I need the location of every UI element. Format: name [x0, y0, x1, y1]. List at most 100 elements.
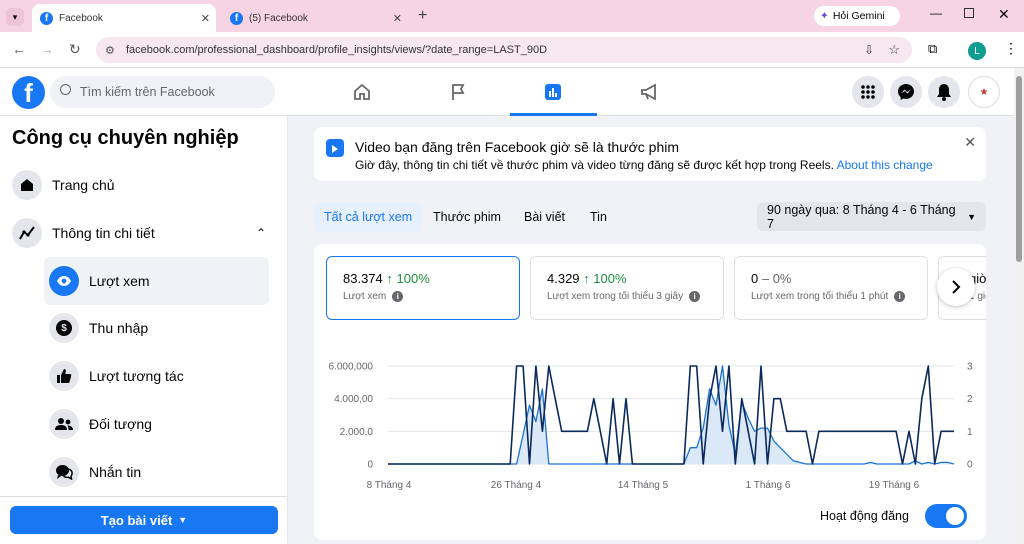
sidebar-subitem-label: Đối tượng [89, 416, 152, 432]
dollar-icon: $ [49, 313, 79, 343]
sidebar-subitem-messages[interactable]: Nhắn tin [44, 449, 269, 495]
sidebar-item-label: Trang chủ [52, 177, 115, 193]
y-left-tick-label: 2.000,0 [340, 427, 374, 438]
create-post-button[interactable]: Tạo bài viết ▼ [10, 506, 278, 534]
banner-title: Video bạn đăng trên Facebook giờ sẽ là t… [355, 139, 680, 155]
tab-title: (5) Facebook [249, 12, 308, 24]
metric-delta: ↑ 100% [386, 271, 430, 286]
toggle-knob [945, 507, 964, 525]
gemini-button[interactable]: ✦ Hỏi Gemini [814, 6, 900, 26]
site-info-icon[interactable]: ⚙ [105, 44, 115, 57]
bell-icon [937, 84, 951, 101]
y-left-tick-label: 6.000,000 [329, 362, 374, 373]
menu-grid-button[interactable] [852, 76, 884, 108]
tab-posts[interactable]: Bài viết [514, 202, 575, 232]
y-right-tick-label: 3 [967, 362, 973, 373]
series-area [388, 366, 954, 464]
metric-card-views[interactable]: 83.374 ↑ 100% Lượt xem i [326, 256, 520, 320]
next-metrics-button[interactable] [937, 268, 975, 306]
y-left-tick-label: 0 [367, 460, 373, 471]
tab-stories[interactable]: Tin [580, 202, 617, 232]
nav-active-indicator [510, 113, 597, 116]
banner-link[interactable]: About this change [837, 158, 933, 172]
sidebar: Công cụ chuyên nghiệp Trang chủ Thông ti… [0, 116, 288, 544]
address-bar: ← → ↻ ⚙ facebook.com/professional_dashbo… [0, 32, 1024, 68]
sidebar-subitem-audience[interactable]: Đối tượng [44, 401, 269, 447]
install-icon[interactable]: ⇩ [864, 43, 874, 57]
new-tab-icon[interactable]: + [418, 7, 427, 25]
bookmark-star-icon[interactable]: ☆ [888, 42, 900, 58]
search-placeholder: Tìm kiếm trên Facebook [80, 85, 215, 99]
y-right-tick-label: 2 [967, 394, 973, 405]
eye-icon [49, 266, 79, 296]
sidebar-divider [0, 496, 288, 497]
facebook-logo[interactable]: f [12, 76, 45, 109]
x-tick-label: 19 Tháng 6 [869, 480, 920, 491]
back-icon[interactable]: ← [12, 41, 26, 57]
sidebar-subitem-engagement[interactable]: Lượt tương tác [44, 353, 269, 399]
browser-tab-facebook-notifications[interactable]: f (5) Facebook ✕ [222, 4, 408, 32]
insights-icon [12, 218, 42, 248]
reels-banner: Video bạn đăng trên Facebook giờ sẽ là t… [314, 127, 986, 181]
messenger-button[interactable] [890, 76, 922, 108]
y-left-tick-label: 4.000,00 [334, 394, 373, 405]
nav-home-icon[interactable] [347, 78, 377, 106]
metric-value-row: 83.374 ↑ 100% [343, 271, 519, 286]
facebook-favicon-icon: f [230, 11, 243, 25]
metric-value-row: 4.329 ↑ 100% [547, 271, 723, 286]
browser-tab-facebook[interactable]: f Facebook ✕ [32, 4, 216, 32]
metric-card-3s-views[interactable]: 4.329 ↑ 100% Lượt xem trong tối thiểu 3 … [530, 256, 724, 320]
close-banner-icon[interactable]: ✕ [964, 134, 976, 151]
tab-search-icon[interactable]: ▾ [6, 8, 24, 26]
page-scrollbar[interactable] [1014, 68, 1024, 544]
info-icon[interactable]: i [689, 291, 701, 302]
metric-card-1min-views[interactable]: 0 – 0% Lượt xem trong tối thiểu 1 phút i [734, 256, 928, 320]
scrollbar-thumb[interactable] [1016, 76, 1022, 262]
sidebar-item-insights[interactable]: Thông tin chi tiết ⌃ [12, 210, 272, 256]
extensions-icon[interactable]: ⧉ [928, 41, 937, 57]
x-tick-label: 26 Tháng 4 [491, 480, 542, 491]
sidebar-subitem-views[interactable]: Lượt xem [44, 257, 269, 305]
profile-avatar[interactable]: L [968, 42, 986, 60]
home-icon [12, 170, 42, 200]
chevron-up-icon[interactable]: ⌃ [256, 226, 266, 240]
info-icon[interactable]: i [894, 291, 906, 302]
metric-value: 83.374 [343, 271, 383, 286]
metric-value: 4.329 [547, 271, 580, 286]
metric-label: Lượt xem trong tối thiểu 1 phút [751, 291, 889, 302]
x-tick-label: 8 Tháng 4 [367, 480, 412, 491]
url-field[interactable]: ⚙ facebook.com/professional_dashboard/pr… [96, 37, 912, 63]
account-logo-icon: ★ [979, 86, 989, 98]
browser-menu-icon[interactable]: ⋮ [1004, 40, 1018, 57]
account-avatar[interactable]: ★ [968, 76, 1000, 108]
sidebar-subitem-label: Thu nhập [89, 320, 149, 336]
metric-value: 0 [751, 271, 759, 286]
tab-reels[interactable]: Thước phim [423, 202, 511, 232]
thumbs-up-icon [49, 361, 79, 391]
close-tab-icon[interactable]: ✕ [201, 12, 210, 25]
nav-insights-icon[interactable] [538, 78, 568, 106]
search-input[interactable]: Tìm kiếm trên Facebook [50, 76, 275, 108]
metric-label: Lượt xem trong tối thiểu 3 giây [547, 291, 684, 302]
notifications-button[interactable] [928, 76, 960, 108]
reload-icon[interactable]: ↻ [69, 41, 81, 58]
nav-ads-megaphone-icon[interactable] [634, 78, 664, 106]
facebook-favicon-icon: f [40, 11, 53, 25]
close-window-icon[interactable]: ✕ [998, 6, 1010, 23]
restore-icon[interactable] [964, 8, 974, 18]
info-icon[interactable]: i [392, 291, 404, 302]
nav-pages-flag-icon[interactable] [443, 78, 473, 106]
tab-all-views[interactable]: Tất cả lượt xem [314, 202, 423, 232]
sidebar-item-home[interactable]: Trang chủ [12, 162, 272, 208]
sidebar-subitem-earnings[interactable]: $ Thu nhập [44, 305, 269, 351]
series-line [388, 365, 954, 465]
minimize-icon[interactable]: — [930, 6, 942, 20]
y-right-tick-label: 0 [967, 460, 973, 471]
metric-value-row: 0 – 0% [751, 271, 927, 286]
close-tab-icon[interactable]: ✕ [393, 12, 402, 25]
post-activity-toggle[interactable] [924, 504, 967, 528]
forward-icon[interactable]: → [40, 41, 54, 57]
date-range-dropdown[interactable]: 90 ngày qua: 8 Tháng 4 - 6 Tháng 7 ▼ [757, 202, 986, 231]
banner-body: Giờ đây, thông tin chi tiết về thước phi… [355, 158, 834, 172]
gemini-icon: ✦ [820, 10, 829, 22]
